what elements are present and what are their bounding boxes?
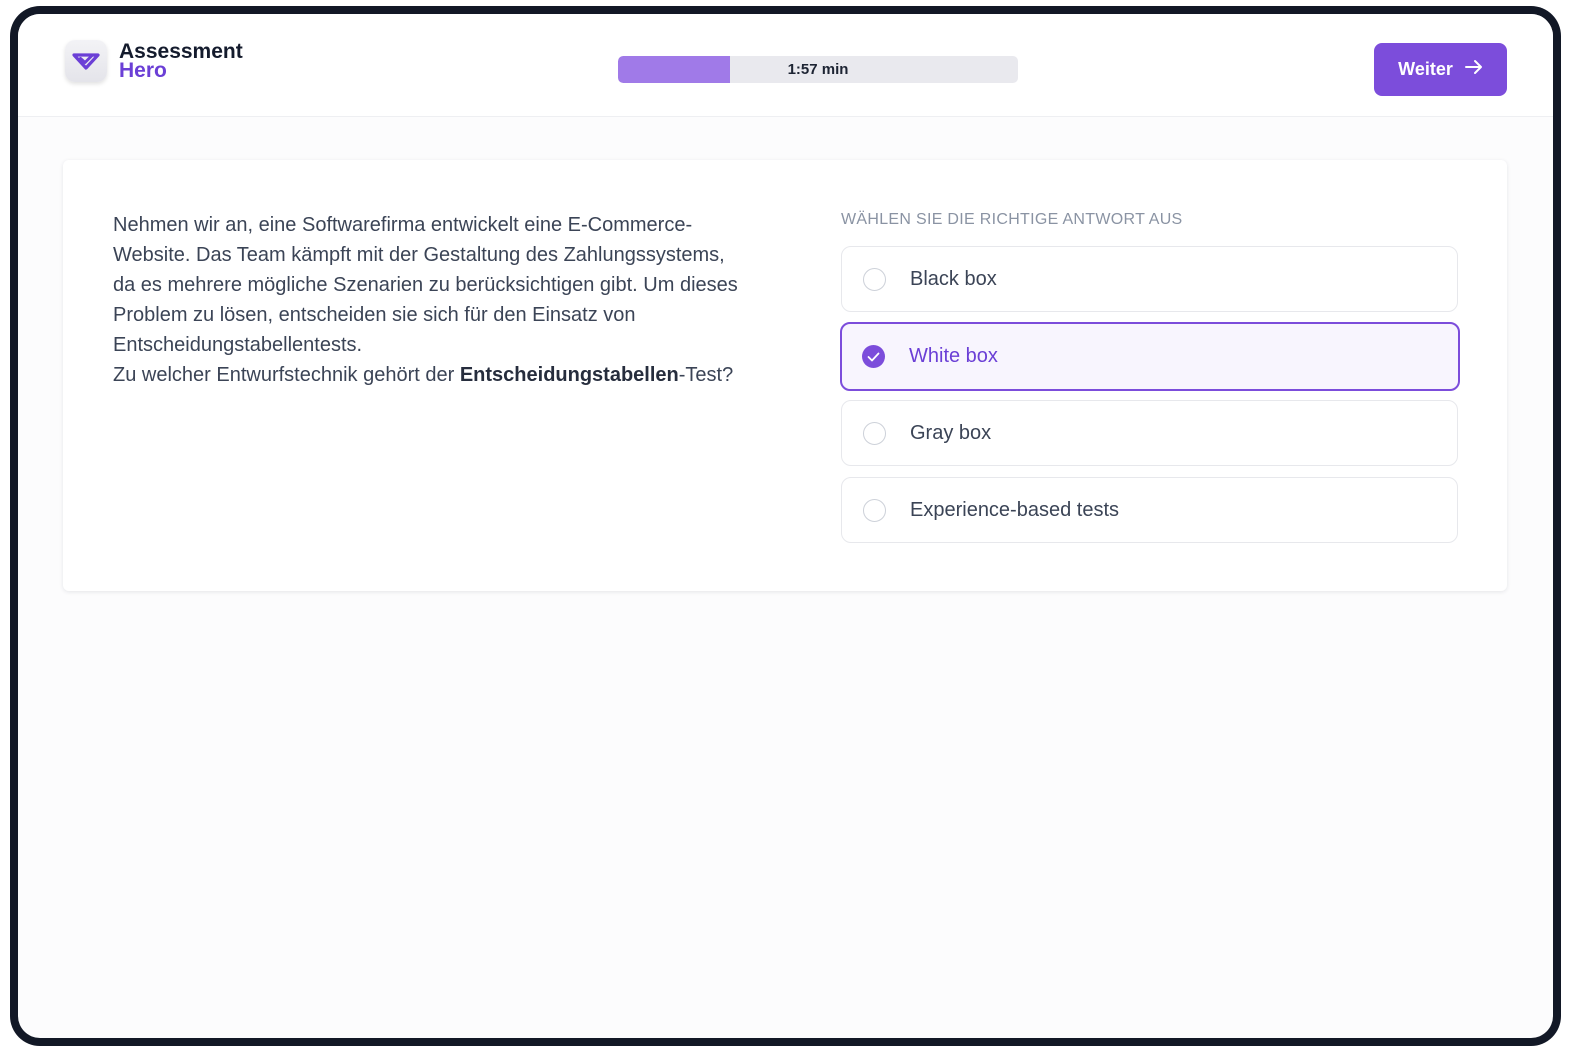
question-prompt: Zu welcher Entwurfstechnik gehört der — [113, 364, 460, 386]
top-bar: Assessment Hero 1:57 min Weiter — [18, 14, 1553, 117]
radio-checked-icon — [862, 345, 885, 368]
question-text: Nehmen wir an, eine Softwarefirma entwic… — [113, 210, 738, 390]
next-button[interactable]: Weiter — [1374, 43, 1507, 96]
answers-heading: WÄHLEN SIE DIE RICHTIGE ANTWORT AUS — [841, 211, 1183, 228]
answer-option-experience-based[interactable]: Experience-based tests — [841, 477, 1458, 543]
radio-unchecked-icon — [863, 421, 886, 445]
timer-label: 1:57 min — [787, 61, 849, 78]
answer-option-black-box[interactable]: Black box — [841, 246, 1458, 312]
logo-word-hero: Hero — [119, 59, 167, 82]
question-card: Nehmen wir an, eine Softwarefirma entwic… — [63, 160, 1507, 591]
logo-check-icon — [65, 40, 107, 82]
question-suffix: -Test? — [678, 364, 734, 386]
radio-unchecked-icon — [863, 498, 886, 522]
arrow-right-icon — [1464, 59, 1483, 80]
question-keyword: Entscheidungstabellen — [459, 364, 679, 386]
app-logo: Assessment Hero — [65, 40, 243, 82]
timer-progress-bar: 1:57 min — [618, 56, 1018, 83]
question-scenario: Nehmen wir an, eine Softwarefirma entwic… — [113, 214, 738, 356]
answer-option-label: White box — [909, 345, 998, 367]
radio-unchecked-icon — [863, 267, 886, 291]
answer-option-label: Gray box — [910, 421, 992, 444]
answer-option-white-box[interactable]: White box — [840, 322, 1460, 391]
answer-option-gray-box[interactable]: Gray box — [841, 400, 1458, 466]
answer-option-label: Black box — [910, 267, 997, 290]
answer-option-label: Experience-based tests — [910, 498, 1120, 521]
device-frame: Assessment Hero 1:57 min Weiter Nehmen w… — [10, 6, 1561, 1046]
app-screen: Assessment Hero 1:57 min Weiter Nehmen w… — [18, 14, 1553, 1038]
logo-wordmark: Assessment Hero — [119, 41, 243, 82]
next-button-label: Weiter — [1398, 59, 1453, 79]
